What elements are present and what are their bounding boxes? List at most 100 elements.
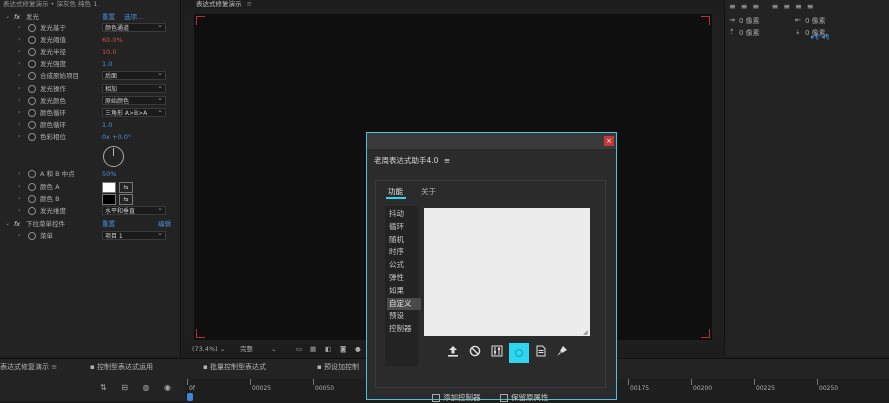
add-controller-checkbox[interactable]: 添加控制器	[432, 392, 481, 403]
expand-arrow-icon[interactable]: ›	[18, 58, 20, 70]
expand-arrow-icon[interactable]: ›	[18, 83, 20, 95]
function-item[interactable]: 预设	[387, 310, 421, 322]
stopwatch-icon[interactable]	[28, 170, 36, 178]
property-value[interactable]: 60.0%	[102, 34, 123, 46]
property-dropdown[interactable]: 后面	[102, 69, 166, 80]
expand-arrow-icon[interactable]: ›	[18, 119, 20, 131]
menu-icon[interactable]: ≡	[444, 156, 450, 165]
function-item[interactable]: 控制器	[387, 323, 421, 335]
reset-link[interactable]: 重置	[102, 218, 115, 230]
expand-arrow-icon[interactable]: ›	[18, 193, 20, 205]
collapse-arrow-icon[interactable]: ⌄	[5, 218, 10, 230]
loop-icon[interactable]	[509, 343, 529, 363]
stopwatch-icon[interactable]	[28, 97, 36, 105]
channel-icon[interactable]: ●	[355, 343, 361, 356]
timeline-tab-3[interactable]: ▪ 批量控制型表达式	[203, 362, 266, 372]
function-item[interactable]: 随机	[387, 234, 421, 246]
expand-arrow-icon[interactable]: ›	[18, 131, 20, 143]
stopwatch-icon[interactable]	[28, 183, 36, 191]
timeline-tab-2[interactable]: ▪ 控制型表达式运用	[90, 362, 153, 372]
align-icons[interactable]: ≡≡≡ ≡≡≡≡	[729, 2, 818, 11]
mask-icon[interactable]: ◧	[325, 343, 331, 356]
expand-arrow-icon[interactable]: ›	[18, 22, 20, 34]
stopwatch-icon[interactable]	[28, 48, 36, 56]
property-row[interactable]: › 合成原始项目 后面	[0, 69, 180, 82]
space-before-value[interactable]: 0 像素	[739, 28, 760, 38]
property-dropdown[interactable]: 颜色通道	[102, 21, 166, 32]
zoom-dropdown[interactable]: (73.4%) ⌄	[192, 343, 225, 356]
indent-left-icon[interactable]: ⇥	[729, 16, 735, 24]
viewer-tab[interactable]: 表达式修复演示 ≡	[196, 0, 252, 9]
keep-original-checkbox[interactable]: 保留原属性	[500, 392, 549, 403]
expand-arrow-icon[interactable]: ›	[18, 107, 20, 119]
document-icon[interactable]	[533, 345, 549, 361]
indent-left-value[interactable]: 0 像素	[739, 16, 760, 26]
property-row[interactable]: › 发光阈值 60.0%	[0, 34, 180, 46]
property-row[interactable]: › 发光维度 水平和垂直	[0, 204, 180, 217]
stopwatch-icon[interactable]	[28, 195, 36, 203]
property-row[interactable]: › 颜色循环 1.0	[0, 119, 180, 131]
timeline-tab-1[interactable]: 表达式修复演示 ≡	[0, 362, 57, 372]
ban-icon[interactable]	[467, 345, 483, 361]
expand-arrow-icon[interactable]: ›	[18, 95, 20, 107]
function-item[interactable]: 公式	[387, 259, 421, 271]
property-dropdown[interactable]: 相加	[102, 82, 166, 93]
function-item[interactable]: 抖动	[387, 208, 421, 220]
fx-icon[interactable]: fx	[14, 218, 20, 230]
indent-right-icon[interactable]: ⇤	[795, 16, 801, 24]
property-value[interactable]: 10.0	[102, 46, 116, 58]
stopwatch-icon[interactable]	[28, 24, 36, 32]
function-item[interactable]: 弹性	[387, 272, 421, 284]
property-row[interactable]: › 发光操作 相加	[0, 82, 180, 95]
function-item[interactable]: 自定义	[387, 297, 421, 310]
property-dropdown[interactable]: 三角形 A>B>A	[102, 106, 166, 117]
expand-arrow-icon[interactable]: ›	[18, 230, 20, 242]
property-dropdown[interactable]: 水平和垂直	[102, 204, 166, 215]
property-row[interactable]: › 发光颜色 原始颜色	[0, 94, 180, 107]
color-swatch[interactable]	[102, 182, 116, 193]
stopwatch-icon[interactable]	[28, 72, 36, 80]
property-value[interactable]: 1.0	[102, 58, 112, 70]
property-row[interactable]: › 颜色循环 三角形 A>B>A	[0, 106, 180, 119]
resolution-dropdown[interactable]: 完整 ⌄	[240, 343, 277, 356]
property-row[interactable]: › 色彩相位 0x +0.0°	[0, 131, 180, 143]
region-icon[interactable]: ▭	[296, 343, 302, 356]
function-item[interactable]: 循环	[387, 221, 421, 233]
eyedropper-icon[interactable]: ⇆	[119, 182, 133, 193]
space-after-icon[interactable]: ⇣	[795, 28, 801, 36]
property-row[interactable]: › 发光基于 颜色通道	[0, 21, 180, 34]
grid-icon[interactable]: ▦	[310, 343, 316, 356]
property-row[interactable]: › 发光半径 10.0	[0, 46, 180, 58]
stopwatch-icon[interactable]	[28, 232, 36, 240]
property-row[interactable]: › 颜色 A ⇆	[0, 181, 180, 193]
camera-icon[interactable]: ◙	[340, 343, 346, 356]
expand-arrow-icon[interactable]: ›	[18, 181, 20, 193]
property-row[interactable]: › A 和 B 中点 50%	[0, 168, 180, 180]
expression-editor[interactable]	[424, 208, 590, 336]
property-row[interactable]: › 颜色 B ⇆	[0, 193, 180, 205]
upload-icon[interactable]	[445, 345, 461, 361]
function-item[interactable]: 如果	[387, 285, 421, 297]
dialog-titlebar[interactable]: ×	[367, 133, 616, 149]
property-row[interactable]: › 菜单 项目 1	[0, 229, 180, 242]
close-icon[interactable]: ×	[604, 136, 614, 146]
property-dropdown[interactable]: 原始颜色	[102, 94, 166, 105]
brush-icon[interactable]	[554, 345, 570, 361]
eyedropper-icon[interactable]: ⇆	[119, 194, 133, 205]
stopwatch-icon[interactable]	[28, 133, 36, 141]
function-item[interactable]: 时序	[387, 246, 421, 258]
sliders-icon[interactable]	[489, 345, 505, 361]
expand-arrow-icon[interactable]: ›	[18, 168, 20, 180]
stopwatch-icon[interactable]	[28, 85, 36, 93]
indent-right-value[interactable]: 0 像素	[805, 16, 826, 26]
property-row[interactable]: › 发光强度 1.0	[0, 58, 180, 70]
property-value[interactable]: 50%	[102, 168, 116, 180]
space-before-icon[interactable]: ⇡	[729, 28, 735, 36]
editor-resize-icon[interactable]: ◢	[583, 329, 588, 336]
stopwatch-icon[interactable]	[28, 207, 36, 215]
direction-icons[interactable]: ▸¶ ◂¶	[811, 33, 829, 41]
menu-icon[interactable]: ≡	[247, 0, 252, 8]
property-value[interactable]: 0x +0.0°	[102, 131, 131, 143]
stopwatch-icon[interactable]	[28, 109, 36, 117]
stopwatch-icon[interactable]	[28, 60, 36, 68]
